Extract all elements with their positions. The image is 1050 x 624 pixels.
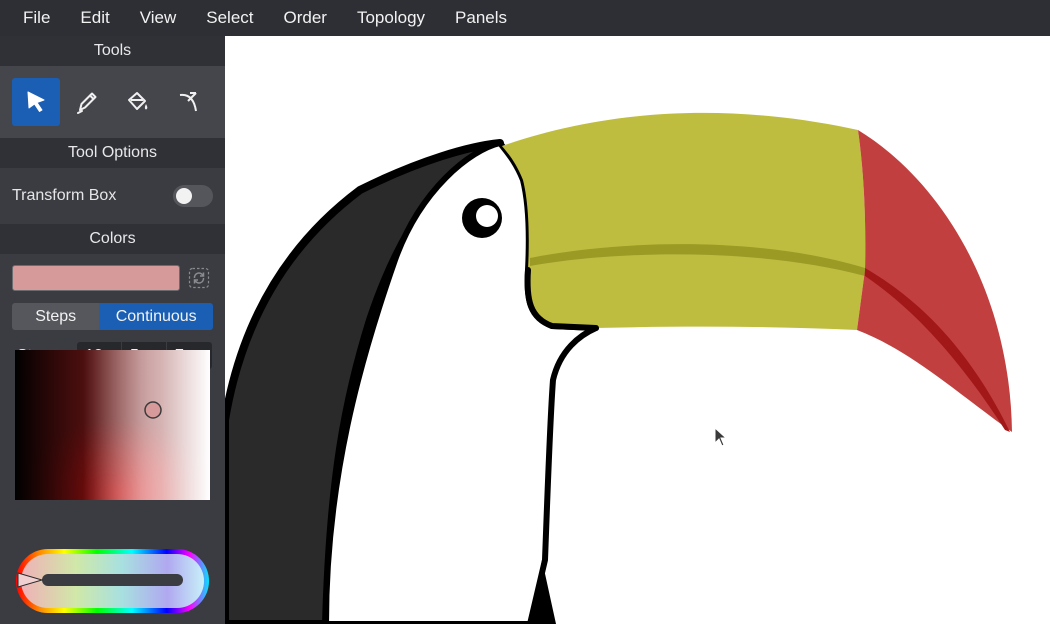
toucan-illustration <box>225 112 1012 624</box>
menu-file[interactable]: File <box>0 0 65 36</box>
continuous-mode-button[interactable]: Continuous <box>99 303 213 330</box>
select-tool-button[interactable] <box>12 78 60 126</box>
bezier-curve-icon <box>179 92 197 112</box>
tools-header: Tools <box>0 36 225 66</box>
tools-row <box>0 66 225 138</box>
fill-tool-button[interactable] <box>114 78 162 126</box>
current-color-swatch[interactable] <box>12 265 180 291</box>
arrow-cursor-icon <box>27 91 45 112</box>
saturation-value-picker[interactable] <box>15 350 210 500</box>
transform-box-label: Transform Box <box>12 187 117 204</box>
colors-header: Colors <box>0 224 225 254</box>
menu-select[interactable]: Select <box>191 0 268 36</box>
color-swatch-row <box>12 265 210 291</box>
left-panel: Tools Tool Options Transform Box Colors … <box>0 36 225 624</box>
color-picker-handle[interactable] <box>144 401 162 419</box>
menu-order[interactable]: Order <box>269 0 342 36</box>
mouse-pointer-icon <box>714 427 728 447</box>
toggle-knob <box>176 188 192 204</box>
pencil-icon <box>77 92 97 114</box>
pencil-tool-button[interactable] <box>63 78 111 126</box>
hue-slider[interactable] <box>15 548 210 614</box>
paint-bucket-icon <box>128 92 148 110</box>
swap-color-icon[interactable] <box>188 267 210 289</box>
menu-view[interactable]: View <box>125 0 192 36</box>
toucan-eye-highlight <box>476 205 498 227</box>
steps-mode-button[interactable]: Steps <box>12 303 100 330</box>
menu-panels[interactable]: Panels <box>440 0 522 36</box>
tool-options-header: Tool Options <box>0 138 225 168</box>
curve-tool-button[interactable] <box>165 78 213 126</box>
menu-bar: File Edit View Select Order Topology Pan… <box>0 0 1050 36</box>
menu-topology[interactable]: Topology <box>342 0 440 36</box>
color-mode-toggle: Steps Continuous <box>12 303 213 330</box>
drawing-canvas[interactable] <box>225 36 1050 624</box>
menu-edit[interactable]: Edit <box>65 0 124 36</box>
tool-options-body: Transform Box <box>0 168 225 224</box>
toucan-beak-yellow <box>502 112 866 330</box>
transform-box-toggle[interactable] <box>173 185 213 207</box>
